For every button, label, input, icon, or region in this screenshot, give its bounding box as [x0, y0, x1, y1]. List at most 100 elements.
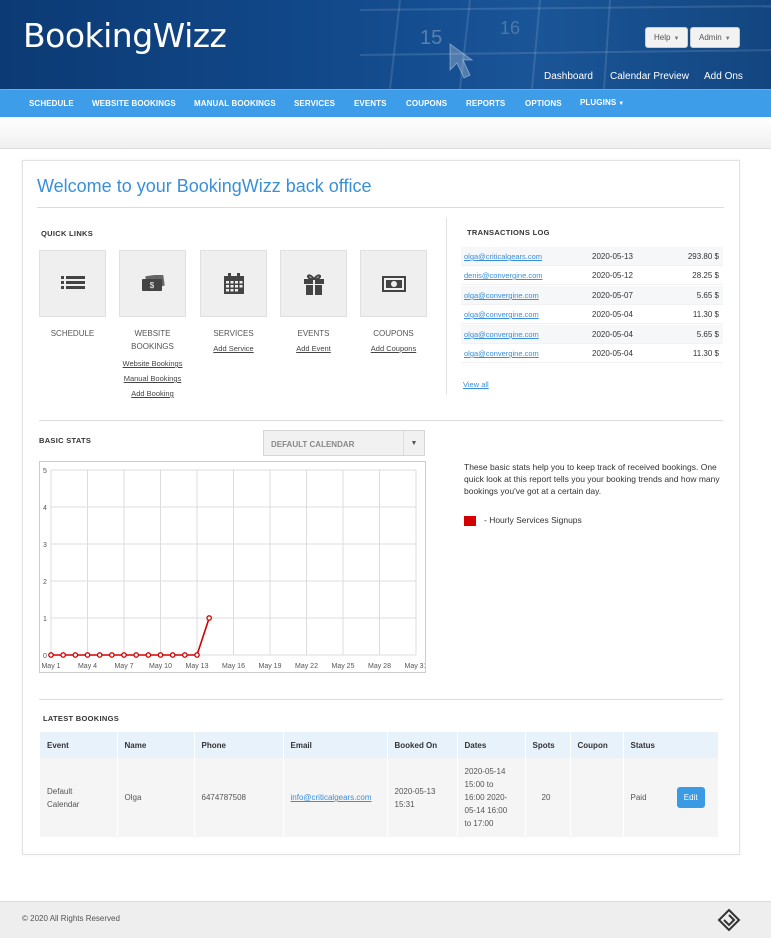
nav-coupons[interactable]: COUPONS [406, 99, 447, 108]
data-point [108, 652, 115, 658]
transaction-date: 2020-05-07 [592, 291, 633, 300]
nav-events[interactable]: EVENTS [354, 99, 387, 108]
view-all-link[interactable]: View all [463, 380, 489, 389]
transaction-date: 2020-05-04 [592, 349, 633, 358]
website-bookings-tile[interactable]: $ [119, 250, 186, 317]
manual-bookings-link[interactable]: Manual Bookings [119, 371, 186, 386]
transaction-amount: 293.80 $ [687, 252, 719, 261]
booking-dates: 2020-05-14 15:00 to 16:00 2020-05-14 16:… [457, 758, 526, 837]
y-tick-label: 0 [43, 653, 47, 660]
main-nav: SCHEDULE WEBSITE BOOKINGS MANUAL BOOKING… [0, 89, 771, 117]
transaction-email[interactable]: olga@criticalgears.com [464, 252, 542, 261]
events-tile[interactable] [280, 250, 347, 317]
footer: © 2020 All Rights Reserved [0, 901, 771, 938]
calendar-preview-link[interactable]: Calendar Preview [610, 71, 689, 82]
deco-number-16: 16 [500, 18, 520, 38]
data-point [121, 652, 127, 658]
calendar-select-value: DEFAULT CALENDAR [271, 440, 355, 449]
booking-event: Default Calendar [40, 758, 118, 837]
chart-legend: - Hourly Services Signups [464, 515, 582, 526]
quick-link-schedule[interactable]: SCHEDULE [39, 250, 106, 340]
data-point [145, 652, 152, 658]
transaction-amount: 28.25 $ [692, 271, 719, 280]
transaction-date: 2020-05-04 [592, 330, 633, 339]
quick-link-website-bookings[interactable]: $ WEBSITE BOOKINGS Website Bookings Manu… [119, 250, 186, 401]
column-header: Email [283, 732, 388, 758]
nav-schedule[interactable]: SCHEDULE [29, 99, 74, 108]
coupons-tile[interactable] [360, 250, 427, 317]
x-tick-label: May 28 [368, 663, 391, 670]
add-service-link[interactable]: Add Service [200, 341, 267, 356]
nav-plugins[interactable]: PLUGINS ▼ [580, 98, 624, 107]
dashboard-link[interactable]: Dashboard [544, 71, 593, 82]
services-tile[interactable] [200, 250, 267, 317]
nav-services[interactable]: SERVICES [294, 99, 335, 108]
company-logo-icon [717, 908, 741, 932]
x-tick-label: May 13 [186, 663, 209, 670]
transaction-row: olga@convergine.com 2020-05-04 5.65 $ [461, 325, 723, 344]
chevron-down-icon[interactable]: ▼ [403, 431, 424, 455]
nav-manual-bookings[interactable]: MANUAL BOOKINGS [194, 99, 276, 108]
add-ons-link[interactable]: Add Ons [704, 71, 743, 82]
x-tick-label: May 4 [78, 663, 97, 670]
data-point [194, 652, 200, 658]
booking-email[interactable]: info@criticalgears.com [291, 793, 372, 802]
deco-number-15: 15 [420, 27, 442, 49]
copyright-text: © 2020 All Rights Reserved [22, 914, 120, 923]
transaction-row: olga@convergine.com 2020-05-07 5.65 $ [461, 286, 723, 305]
list-icon [60, 275, 85, 289]
booking-booked-on: 2020-05-13 15:31 [387, 758, 458, 837]
quick-links-title: QUICK LINKS [41, 229, 94, 238]
data-point [133, 652, 140, 658]
transaction-email[interactable]: olga@convergine.com [464, 330, 539, 339]
dashboard-panel: Welcome to your BookingWizz back office … [22, 160, 740, 855]
coupon-icon [381, 275, 406, 292]
add-event-link[interactable]: Add Event [280, 341, 347, 356]
schedule-tile[interactable] [39, 250, 106, 317]
help-dropdown-button[interactable]: Help ▼ [645, 27, 689, 48]
quick-link-events[interactable]: EVENTS Add Event [280, 250, 347, 356]
transaction-amount: 5.65 $ [696, 330, 719, 339]
data-point [157, 652, 164, 658]
nav-options[interactable]: OPTIONS [525, 99, 562, 108]
chevron-down-icon: ▼ [618, 101, 625, 107]
add-coupons-link[interactable]: Add Coupons [360, 341, 427, 356]
website-bookings-label: WEBSITE BOOKINGS [131, 329, 174, 351]
edit-booking-button[interactable]: Edit [676, 787, 705, 808]
data-point [96, 652, 103, 658]
column-header: Name [117, 732, 195, 758]
add-booking-link[interactable]: Add Booking [119, 386, 186, 401]
transaction-email[interactable]: denis@convergine.com [464, 271, 543, 280]
admin-dropdown-button[interactable]: Admin ▼ [690, 27, 740, 48]
booking-spots: 20 [525, 758, 571, 837]
calendar-icon [223, 272, 244, 294]
transaction-amount: 5.65 $ [696, 291, 719, 300]
column-header: Status [623, 732, 719, 758]
app-logo[interactable]: BookingWizz [23, 16, 227, 55]
transaction-email[interactable]: olga@convergine.com [464, 310, 539, 319]
basic-stats-title: BASIC STATS [39, 436, 92, 445]
data-point [48, 652, 54, 658]
column-header: Booked On [387, 732, 458, 758]
sub-toolbar [0, 117, 771, 149]
website-bookings-link[interactable]: Website Bookings [119, 356, 186, 371]
x-tick-label: May 1 [41, 663, 60, 670]
transaction-date: 2020-05-04 [592, 310, 633, 319]
section-divider [446, 217, 447, 395]
transaction-email[interactable]: olga@convergine.com [464, 349, 539, 358]
transaction-email[interactable]: olga@convergine.com [464, 291, 539, 300]
page-title: Welcome to your BookingWizz back office [37, 176, 372, 196]
nav-reports[interactable]: REPORTS [466, 99, 505, 108]
column-header: Event [40, 732, 118, 758]
header: 15 16 BookingWizz Help ▼ Admin ▼ Dashboard… [0, 0, 771, 89]
quick-link-services[interactable]: SERVICES Add Service [200, 250, 267, 356]
x-tick-label: May 16 [222, 663, 245, 670]
nav-website-bookings[interactable]: WEBSITE BOOKINGS [92, 99, 176, 108]
help-label: Help [654, 33, 671, 42]
y-tick-label: 3 [43, 542, 47, 549]
quick-link-coupons[interactable]: COUPONS Add Coupons [360, 250, 427, 356]
calendar-select[interactable]: DEFAULT CALENDAR ▼ [263, 430, 425, 456]
x-tick-label: May 19 [259, 663, 282, 670]
data-point [72, 652, 79, 658]
stats-chart-svg: 0 1 2 3 4 5 May 1 May 4 May 7 May 10 May 13 May 16 M… [41, 468, 427, 670]
